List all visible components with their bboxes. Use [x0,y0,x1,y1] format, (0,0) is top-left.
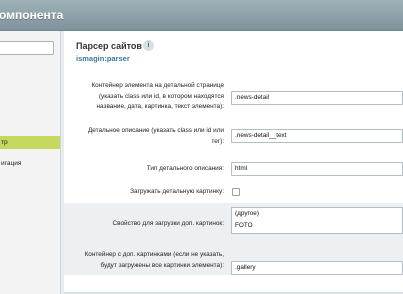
settings-panel: Парсер сайтов i ismagin:parser Контейнер… [64,31,403,294]
detail-container-input[interactable]: .news-detail [231,91,403,105]
extra-pictures-property-label: Свойство для загрузки доп. картинок: [112,220,224,227]
component-code: ismagin:parser [76,54,130,63]
row-detail-text-type: Тип детального описания: html [64,159,403,179]
extra-pictures-container-label: Контейнер с доп. картинками (если не ука… [84,251,224,269]
extra-pictures-container-input[interactable]: .gallery [231,261,403,275]
extra-pictures-property-select[interactable]: (другое) FOTO [231,207,403,234]
left-item-navigation[interactable]: игация [0,157,60,170]
load-detail-picture-checkbox[interactable] [232,188,240,196]
component-title: Парсер сайтов [76,41,142,51]
row-extra-pictures-container: Контейнер с доп. картинками (если не ука… [64,246,403,290]
left-search-input[interactable] [0,41,54,55]
detail-text-label: Детальное описание (указать class или id… [87,127,224,145]
detail-text-input[interactable]: .news-detail__text [231,129,403,143]
title-bar: омпонента [0,0,403,31]
left-panel: тр игация [0,31,61,294]
detail-text-type-input[interactable]: html [231,162,403,176]
detail-container-label: Контейнер элемента на детальной странице… [91,82,224,110]
detail-text-type-label: Тип детального описания: [146,165,224,172]
row-detail-text: Детальное описание (указать class или id… [64,122,403,150]
row-detail-container: Контейнер элемента на детальной странице… [64,78,403,118]
window-title: омпонента [0,8,64,22]
row-load-detail-picture: Загружать детальную картинку: [64,182,403,202]
left-item-active[interactable]: тр [0,136,60,149]
load-detail-picture-label: Загружать детальную картинку: [130,188,224,195]
info-icon[interactable]: i [143,40,154,51]
select-option[interactable]: (другое) [232,208,402,220]
select-option[interactable]: FOTO [232,220,402,232]
